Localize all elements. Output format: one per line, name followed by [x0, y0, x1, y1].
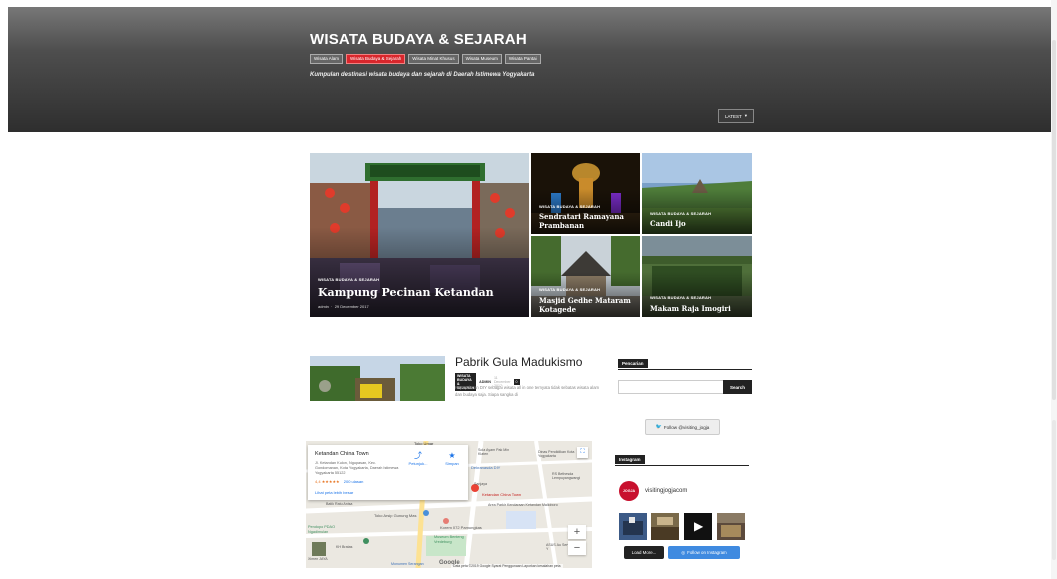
tile-title[interactable]: Candi Ijo: [650, 219, 746, 228]
tile-author[interactable]: admin: [318, 304, 329, 309]
street-view-thumbnail[interactable]: [312, 542, 326, 556]
twitter-icon: 🐦: [655, 424, 662, 430]
place-name: Ketandan China Town: [315, 451, 369, 457]
directions-button[interactable]: ⤴ Petunjuk...: [406, 451, 430, 466]
post-excerpt: Kepopuleran DIY sebagai wisata all in on…: [455, 385, 600, 397]
tag-wisata-museum[interactable]: Wisata Museum: [461, 54, 502, 64]
save-label: Simpan: [445, 461, 459, 466]
scrollbar-thumb-secondary[interactable]: [1052, 420, 1056, 560]
instagram-video[interactable]: ▶: [684, 513, 712, 540]
zoom-out-button[interactable]: −: [568, 541, 586, 555]
tile-title[interactable]: Sendratari Ramayana Prambanan: [539, 212, 634, 230]
instagram-photo[interactable]: [619, 513, 647, 540]
twitter-follow-button[interactable]: 🐦 Follow @visiting_jogja: [645, 419, 720, 435]
instagram-photo[interactable]: [717, 513, 745, 540]
directions-label: Petunjuk...: [408, 461, 428, 466]
map-label: Ximen JAYA: [308, 557, 328, 561]
map-label: Ketandan China Town: [482, 492, 522, 497]
post-title[interactable]: Pabrik Gula Madukismo: [455, 355, 582, 369]
save-place-button[interactable]: ★ Simpan: [440, 451, 464, 466]
category-header: WISATA BUDAYA & SEJARAH Wisata Alam Wisa…: [8, 7, 1052, 132]
map-label: Museum Benteng Vredeburg: [434, 535, 464, 544]
map-label: Dekranasda DIY: [471, 465, 501, 470]
category-title: WISATA BUDAYA & SEJARAH: [310, 31, 527, 48]
category-tags: Wisata Alam Wisata Budaya & Sejarah Wisa…: [310, 54, 541, 64]
directions-icon: ⤴: [414, 451, 422, 460]
tile-title[interactable]: Makam Raja Imogiri: [650, 304, 746, 313]
zoom-in-button[interactable]: +: [568, 525, 586, 539]
avatar[interactable]: JOGJA: [619, 481, 639, 501]
map-label: Monumen Serangan: [391, 562, 424, 566]
featured-tile-masjid-gedhe[interactable]: WISATA BUDAYA & SEJARAH Masjid Gedhe Mat…: [531, 236, 640, 317]
map-label: RS Bethesda Lempuyangwangi: [552, 472, 581, 480]
map-label: Toko Arsip Gunung Mas: [374, 513, 417, 518]
tile-meta: admin · 29 December 2017: [318, 304, 369, 309]
map-label: Korem 072 Pamungkas: [440, 525, 482, 530]
instagram-heading: Instagram: [615, 455, 645, 464]
star-icon: ★: [448, 451, 456, 460]
instagram-load-more-button[interactable]: Load More...: [624, 546, 664, 559]
tag-wisata-alam[interactable]: Wisata Alam: [310, 54, 344, 64]
map-label: KH Bratas: [336, 545, 353, 549]
place-rating: 4,4 ★★★★★ 200 ulasan: [315, 479, 363, 484]
sort-dropdown[interactable]: LATEST ▾: [718, 109, 754, 123]
star-icons: ★★★★★: [321, 479, 340, 484]
post-image: [310, 356, 445, 401]
post-thumbnail[interactable]: [310, 356, 445, 401]
instagram-icon: ◎: [681, 549, 686, 555]
google-map[interactable]: Toko Umar Sola Ayam Pak Min Klaten Dinas…: [306, 441, 592, 568]
search-heading: Pencarian: [618, 359, 648, 368]
map-info-card: Ketandan China Town Jl. Ketandan Kulon, …: [308, 445, 468, 500]
page: WISATA BUDAYA & SEJARAH Wisata Alam Wisa…: [8, 7, 1052, 579]
tile-category[interactable]: WISATA BUDAYA & SEJARAH: [650, 211, 711, 216]
rating-value: 4,4: [315, 479, 321, 484]
view-larger-map-link[interactable]: Lihat peta lebih besar: [315, 490, 353, 495]
tile-category[interactable]: WISATA BUDAYA & SEJARAH: [318, 277, 379, 282]
instagram-follow-button[interactable]: ◎ Follow on Instagram: [668, 546, 740, 559]
tile-category[interactable]: WISATA BUDAYA & SEJARAH: [539, 287, 600, 292]
map-label: Sanjaya: [474, 482, 487, 486]
instagram-profile[interactable]: JOGJA visitingjogjacom: [619, 481, 687, 501]
tile-title[interactable]: Masjid Gedhe Mataram Kotagede: [539, 296, 634, 314]
twitter-label: Follow @visiting_jogja: [663, 424, 710, 430]
tile-date: 29 December 2017: [334, 304, 369, 309]
chevron-down-icon: ▾: [744, 113, 747, 118]
play-icon: ▶: [694, 519, 704, 533]
map-label: Pendopo PDAO Ngadimulan: [308, 525, 336, 534]
category-subtitle: Kumpulan destinasi wisata budaya dan sej…: [310, 72, 535, 78]
instagram-widget-header: Instagram: [615, 455, 749, 466]
search-widget-header: Pencarian: [618, 359, 752, 370]
search-button[interactable]: Search: [723, 380, 752, 394]
featured-tile-makam-raja[interactable]: WISATA BUDAYA & SEJARAH Makam Raja Imogi…: [642, 236, 752, 317]
featured-tile-sendratari[interactable]: WISATA BUDAYA & SEJARAH Sendratari Ramay…: [531, 153, 640, 234]
sort-label: LATEST: [725, 113, 742, 119]
tag-wisata-pantai[interactable]: Wisata Pantai: [504, 54, 541, 64]
map-label: Area Parkir Kendaraan Ketandan Malioboro: [488, 503, 558, 507]
tile-title[interactable]: Kampung Pecinan Ketandan: [318, 286, 523, 300]
tag-wisata-budaya-sejarah[interactable]: Wisata Budaya & Sejarah: [346, 54, 406, 64]
map-label: Batik Ratu Anisa: [326, 502, 353, 506]
featured-tile-candi-ijo[interactable]: WISATA BUDAYA & SEJARAH Candi Ijo: [642, 153, 752, 234]
instagram-follow-label: Follow on Instagram: [687, 550, 727, 555]
map-label: Sola Ayam Pak Min Klaten: [478, 448, 510, 456]
tag-wisata-minat-khusus[interactable]: Wisata Minat Khusus: [408, 54, 459, 64]
instagram-username[interactable]: visitingjogjacom: [645, 488, 687, 494]
featured-tile-kampung-pecinan[interactable]: WISATA BUDAYA & SEJARAH Kampung Pecinan …: [310, 153, 529, 317]
map-footer[interactable]: Data peta ©2019 Google Syarat Penggunaan…: [451, 564, 563, 568]
scrollbar-thumb[interactable]: [1052, 40, 1056, 400]
tile-category[interactable]: WISATA BUDAYA & SEJARAH: [650, 295, 711, 300]
place-address: Jl. Ketandan Kulon, Ngupasan, Kec. Gondo…: [315, 461, 399, 475]
scrollbar[interactable]: [1051, 0, 1057, 579]
instagram-photo[interactable]: [651, 513, 679, 540]
search-input[interactable]: [618, 380, 724, 394]
fullscreen-icon[interactable]: ⛶: [577, 447, 588, 458]
tile-category[interactable]: WISATA BUDAYA & SEJARAH: [539, 204, 600, 209]
reviews-link[interactable]: 200 ulasan: [344, 479, 364, 484]
